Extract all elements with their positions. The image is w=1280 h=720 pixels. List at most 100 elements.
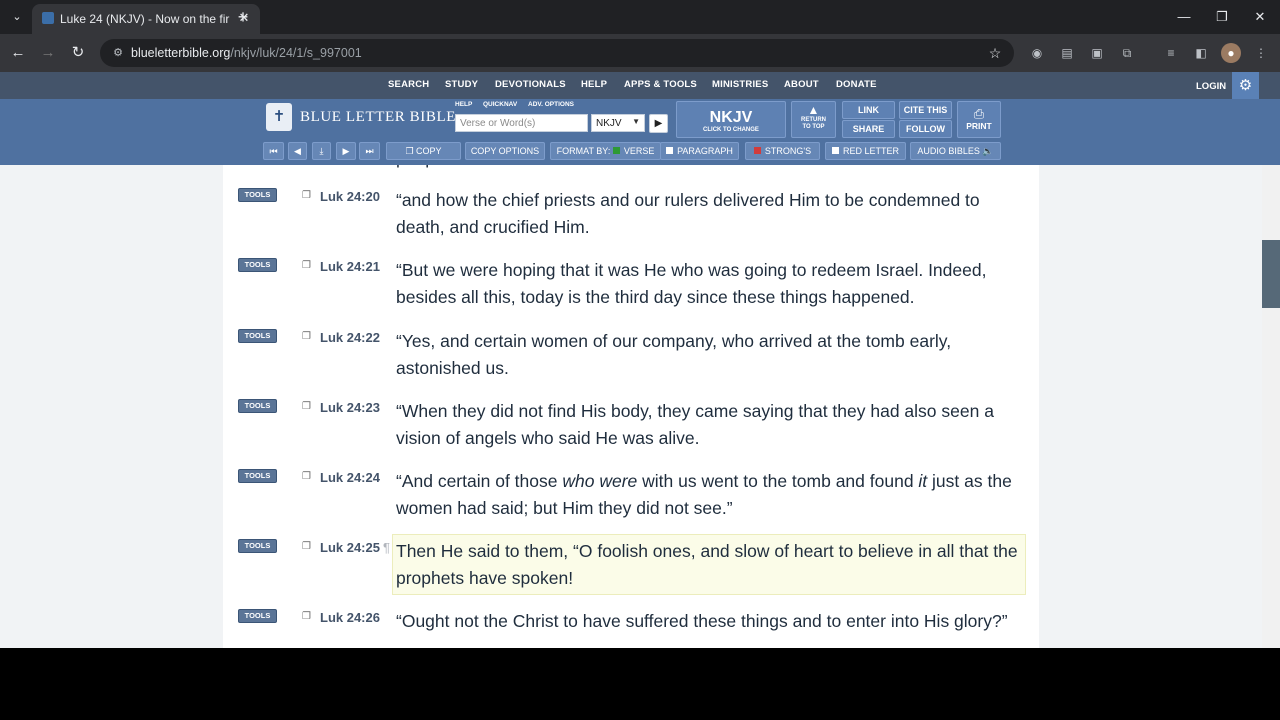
blb-logo-icon[interactable]: ✝ [266,103,292,131]
tab-search-icon[interactable]: ⌄ [6,6,28,28]
copy-label: COPY [416,146,442,156]
strongs-toggle[interactable]: STRONG'S [745,142,820,160]
paragraph-toggle[interactable]: PARAGRAPH [660,142,739,160]
verse-ref[interactable]: Luk 24:20 [320,189,380,204]
menu-icon[interactable]: ⋮ [1251,43,1271,63]
help-link[interactable]: HELP [455,101,472,108]
tools-button[interactable]: TOOLS [238,469,277,483]
profile-avatar[interactable]: ● [1221,43,1241,63]
last-chapter-icon[interactable]: ⏭ [359,142,380,160]
site-logo[interactable]: BLUE LETTER BIBLE [300,109,456,126]
audio-bibles-button[interactable]: AUDIO BIBLES 🔈 [910,142,1001,160]
copy-verse-icon[interactable]: ❐ [302,190,312,201]
copy-button[interactable]: ❐ COPY [386,142,461,160]
follow-button[interactable]: FOLLOW [899,120,952,138]
verse-text-highlighted: Then He said to them, “O foolish ones, a… [392,534,1026,595]
return-to-top-button[interactable]: ▲ RETURN TO TOP [791,101,836,138]
paragraph-label: PARAGRAPH [677,146,733,156]
back-icon[interactable]: ← [7,42,29,64]
verse-text-part: with us went to the tomb and found [637,471,919,491]
tools-button[interactable]: TOOLS [238,539,277,553]
window-close-icon[interactable]: ✕ [1249,6,1271,28]
site-info-icon[interactable]: ⚙ [110,45,126,61]
extension-printer-icon[interactable]: ▤ [1057,43,1077,63]
nav-search[interactable]: SEARCH [388,79,429,90]
new-tab-button[interactable]: + [233,7,253,27]
verse-text-part: “And certain of those [396,471,563,491]
favicon-icon [42,12,54,24]
verse-ref[interactable]: Luk 24:23 [320,400,380,415]
next-chapter-icon[interactable]: ▶ [336,142,356,160]
nav-devotionals[interactable]: DEVOTIONALS [495,79,566,90]
tools-button[interactable]: TOOLS [238,258,277,272]
bookmark-down-icon[interactable]: ⤓ [312,142,331,160]
tab-active[interactable]: Luke 24 (NKJV) - Now on the fir ✕ [32,4,260,34]
media-icon[interactable]: ≡ [1161,43,1181,63]
adv-options-link[interactable]: ADV. OPTIONS [528,101,574,108]
maximize-icon[interactable]: ❐ [1211,6,1233,28]
quicknav-link[interactable]: QUICKNAV [483,101,517,108]
copy-verse-icon[interactable]: ❐ [302,260,312,271]
verse-ref[interactable]: Luk 24:24 [320,470,380,485]
verse-ref[interactable]: Luk 24:25 [320,540,380,555]
copy-verse-icon[interactable]: ❐ [302,541,312,552]
nav-help[interactable]: HELP [581,79,607,90]
bookmark-star-icon[interactable]: ☆ [986,44,1004,62]
address-bar[interactable]: ⚙ blueletterbible.org/nkjv/luk/24/1/s_99… [100,39,1014,67]
share-button[interactable]: SHARE [842,120,895,138]
nav-about[interactable]: ABOUT [784,79,819,90]
nav-study[interactable]: STUDY [445,79,478,90]
version-change-button[interactable]: NKJV CLICK TO CHANGE [676,101,786,138]
side-panel-icon[interactable]: ◧ [1191,43,1211,63]
speaker-icon: 🔈 [982,146,994,156]
verse-ref[interactable]: Luk 24:22 [320,330,380,345]
settings-gear-icon[interactable]: ⚙ [1232,72,1259,99]
red-letter-toggle[interactable]: RED LETTER [825,142,906,160]
nav-donate[interactable]: DONATE [836,79,877,90]
verse-ref[interactable]: Luk 24:21 [320,259,380,274]
bible-text-panel: people TOOLS ❐ Luk 24:20 “and how the ch… [223,165,1039,648]
minimize-icon[interactable]: — [1173,6,1195,28]
forward-icon[interactable]: → [37,42,59,64]
scrollbar-track[interactable] [1262,165,1280,648]
url-text[interactable]: blueletterbible.org/nkjv/luk/24/1/s_9970… [131,46,362,60]
link-button[interactable]: LINK [842,101,895,119]
copy-verse-icon[interactable]: ❐ [302,611,312,622]
extension-circle-icon[interactable]: ◉ [1027,43,1047,63]
red-letter-label: RED LETTER [842,146,899,156]
first-chapter-icon[interactable]: ⏮ [263,142,284,160]
search-go-button[interactable]: ▶ [649,114,668,133]
tools-button[interactable]: TOOLS [238,609,277,623]
extensions-puzzle-icon[interactable]: ⧉ [1117,43,1137,63]
previous-chapter-icon[interactable]: ◀ [288,142,307,160]
tools-button[interactable]: TOOLS [238,188,277,202]
tools-button[interactable]: TOOLS [238,399,277,413]
copy-verse-icon[interactable]: ❐ [302,401,312,412]
copy-options-button[interactable]: COPY OPTIONS [465,142,545,160]
version-label: NKJV [709,109,753,126]
extension-square-icon[interactable]: ▣ [1087,43,1107,63]
checkbox-checked-icon [612,147,620,154]
verse-search-input[interactable]: Verse or Word(s) [455,114,588,132]
tools-button[interactable]: TOOLS [238,329,277,343]
scrollbar-thumb[interactable] [1262,240,1280,308]
tab-strip: ⌄ Luke 24 (NKJV) - Now on the fir ✕ + — … [0,0,1280,34]
printer-icon: ⎙ [973,106,985,121]
print-button[interactable]: ⎙ PRINT [957,101,1001,138]
format-by-verse-toggle[interactable]: FORMAT BY: VERSE [550,142,661,160]
cite-this-button[interactable]: CITE THIS [899,101,952,119]
verse-ref[interactable]: Luk 24:26 [320,610,380,625]
version-select[interactable]: NKJV ▼ [591,114,645,132]
copy-verse-icon[interactable]: ❐ [302,471,312,482]
click-to-change-label: CLICK TO CHANGE [703,127,759,133]
reload-icon[interactable]: ↻ [67,42,89,64]
nav-apps-tools[interactable]: APPS & TOOLS [624,79,697,90]
verse-text: “But we were hoping that it was He who w… [396,260,987,307]
copy-verse-icon[interactable]: ❐ [302,331,312,342]
login-link[interactable]: LOGIN [1196,81,1226,92]
verse-italic-part: who were [562,471,638,491]
url-path: /nkjv/luk/24/1/s_997001 [230,46,362,60]
nav-ministries[interactable]: MINISTRIES [712,79,768,90]
verse-text: “Ought not the Christ to have suffered t… [396,611,1008,631]
verse-italic-part: it [918,471,928,491]
